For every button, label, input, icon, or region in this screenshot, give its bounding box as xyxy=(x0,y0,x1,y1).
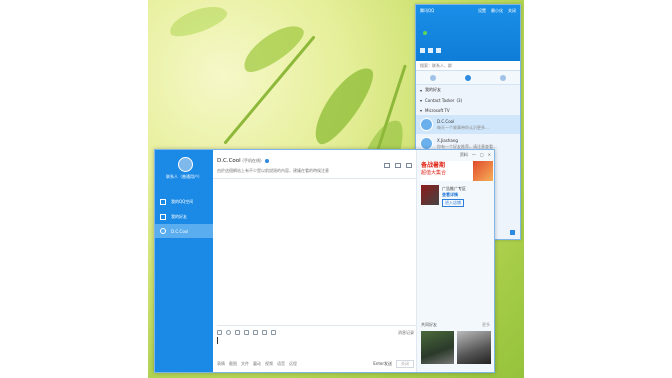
qzone-icon xyxy=(160,199,166,205)
screenshot-icon[interactable] xyxy=(262,330,267,335)
contact-group[interactable]: ▾ Microsoft TV xyxy=(416,105,520,115)
bottom-link[interactable]: 表情 xyxy=(217,361,225,367)
ad-image xyxy=(473,161,493,181)
file-icon[interactable] xyxy=(253,330,258,335)
promo-link[interactable]: 查看详情 xyxy=(442,192,458,198)
wallet-icon[interactable] xyxy=(436,48,441,53)
sidebar-item-qzone[interactable]: 我的QQ空间 xyxy=(155,195,213,209)
promo-button[interactable]: 进入店铺 xyxy=(442,199,464,207)
tab-groups-icon[interactable] xyxy=(499,74,506,81)
sidebar-username: 联系人（普通用户） xyxy=(166,174,202,179)
chevron-down-icon: ▾ xyxy=(420,87,423,93)
online-icon xyxy=(265,158,270,163)
contact-info: X.Jiashang 你有一个好友推荐，请注意查看... xyxy=(437,138,497,150)
close-button[interactable]: × xyxy=(488,152,491,158)
contact-group[interactable]: ▾ 我的好友 xyxy=(416,85,520,95)
chat-actions xyxy=(384,163,412,168)
contact-signature: 由於這個網站上有不少是以前說過的內容，建議在看的時候注意 xyxy=(217,168,329,173)
contact-group[interactable]: ▾ Contact Tasker (3) xyxy=(416,95,520,105)
tab-contacts-icon[interactable] xyxy=(464,74,471,81)
message-input[interactable] xyxy=(217,337,218,344)
contact-list-header: 腾讯QQ 设置 最小化 关闭 xyxy=(416,5,520,61)
wallpaper-leaf xyxy=(166,0,230,42)
promo-card[interactable]: 广告推广专区 查看详情 进入店铺 xyxy=(421,185,493,207)
chevron-down-icon: ▾ xyxy=(420,107,423,113)
bottom-link[interactable]: 截图 xyxy=(229,361,237,367)
font-icon[interactable] xyxy=(217,330,222,335)
group-count: (3) xyxy=(456,97,463,103)
chat-title: D.C.Cool (手机在线) xyxy=(217,158,270,164)
weather-icon[interactable] xyxy=(428,48,433,53)
contact-name: D.C.Cool xyxy=(217,158,241,164)
list-item[interactable]: D.C.Cool 每天一个故事带你认识更多... xyxy=(416,115,520,134)
photo-thumbnail[interactable] xyxy=(421,331,454,364)
contact-status: (手机在线) xyxy=(242,158,262,163)
minimize-button[interactable]: 最小化 xyxy=(491,8,503,14)
bottom-link[interactable]: 远程 xyxy=(289,361,297,367)
window-controls: 设置 最小化 关闭 xyxy=(478,8,516,14)
online-status-icon xyxy=(423,31,427,35)
sidebar-item-label: D.C.Cool xyxy=(171,228,189,234)
contact-search-input[interactable]: 搜索：联系人、群 xyxy=(416,61,520,71)
group-label: Contact Tasker xyxy=(425,97,455,103)
bottom-link[interactable]: 视频 xyxy=(265,361,273,367)
sidebar-item-label: 我的好友 xyxy=(171,214,187,219)
photos-heading: 共同好友 xyxy=(421,322,437,327)
window-controls: 资料 一 □ × xyxy=(460,152,491,158)
close-button[interactable]: 关闭 xyxy=(508,8,516,14)
contact-signature: 每天一个故事带你认识更多... xyxy=(437,124,489,130)
ad-subline: 超值大集合 xyxy=(421,170,447,176)
chat-side-panel: 资料 一 □ × 备战暑期 超值大集合 广告推广专区 查看详情 进入店铺 共同好… xyxy=(416,150,494,372)
minimize-button[interactable]: 一 xyxy=(472,152,476,158)
promo-thumbnail xyxy=(421,185,439,205)
gif-icon[interactable] xyxy=(235,330,240,335)
bottom-link[interactable]: 文件 xyxy=(241,361,249,367)
tab-messages-icon[interactable] xyxy=(430,74,437,81)
contact-info: D.C.Cool 每天一个故事带你认识更多... xyxy=(437,119,489,131)
ad-headline: 备战暑期 xyxy=(421,162,446,169)
more-icon[interactable] xyxy=(406,163,412,168)
wallpaper-leaf xyxy=(304,59,382,151)
apps-grid-icon[interactable] xyxy=(510,229,515,235)
settings-button[interactable]: 设置 xyxy=(478,8,486,14)
send-button[interactable]: Enter发送 xyxy=(373,361,392,367)
image-icon[interactable] xyxy=(244,330,249,335)
message-history-button[interactable]: 消息记录 xyxy=(398,330,414,336)
divider xyxy=(213,178,416,179)
send-options-button[interactable]: 关闭 xyxy=(396,360,414,368)
friends-icon xyxy=(160,214,166,220)
bottom-link[interactable]: 震动 xyxy=(253,361,261,367)
chat-main: D.C.Cool (手机在线) 由於這個網站上有不少是以前說過的內容，建議在看的… xyxy=(213,150,416,372)
profile-button[interactable]: 资料 xyxy=(460,152,468,158)
quick-icons xyxy=(420,48,441,53)
shake-icon[interactable] xyxy=(271,330,276,335)
chat-icon xyxy=(160,228,166,234)
video-call-icon[interactable] xyxy=(384,163,390,168)
avatar[interactable] xyxy=(178,157,193,172)
input-toolbar: 消息记录 xyxy=(217,325,416,337)
folder-icon[interactable] xyxy=(395,163,401,168)
bottom-link[interactable]: 语音 xyxy=(277,361,285,367)
chat-sidebar: 联系人（普通用户） 我的QQ空间 我的好友 D.C.Cool xyxy=(155,150,213,372)
emoji-icon[interactable] xyxy=(226,330,231,335)
sidebar-item-label: 我的QQ空间 xyxy=(171,199,194,204)
chat-window: 联系人（普通用户） 我的QQ空间 我的好友 D.C.Cool D.C.Cool … xyxy=(154,149,495,373)
user-status[interactable] xyxy=(420,31,427,35)
photo-thumbnail[interactable] xyxy=(457,331,491,364)
app-title: 腾讯QQ xyxy=(420,8,435,13)
sidebar-item-chat[interactable]: D.C.Cool xyxy=(155,224,213,238)
ad-banner[interactable]: 备战暑期 超值大集合 xyxy=(421,161,493,181)
group-label: Microsoft TV xyxy=(425,107,450,113)
chevron-down-icon: ▾ xyxy=(420,97,423,103)
wallpaper-leaf xyxy=(236,17,310,79)
photos-more-link[interactable]: 更多 xyxy=(482,322,490,328)
maximize-button[interactable]: □ xyxy=(480,152,484,158)
group-label: 我的好友 xyxy=(425,87,442,92)
sidebar-item-friends[interactable]: 我的好友 xyxy=(155,210,213,224)
contact-tabs xyxy=(416,71,520,85)
chat-bottom-bar: 表情 截图 文件 震动 视频 语音 远程 Enter发送 关闭 xyxy=(217,360,414,368)
mail-icon[interactable] xyxy=(420,48,425,53)
avatar xyxy=(420,118,433,131)
